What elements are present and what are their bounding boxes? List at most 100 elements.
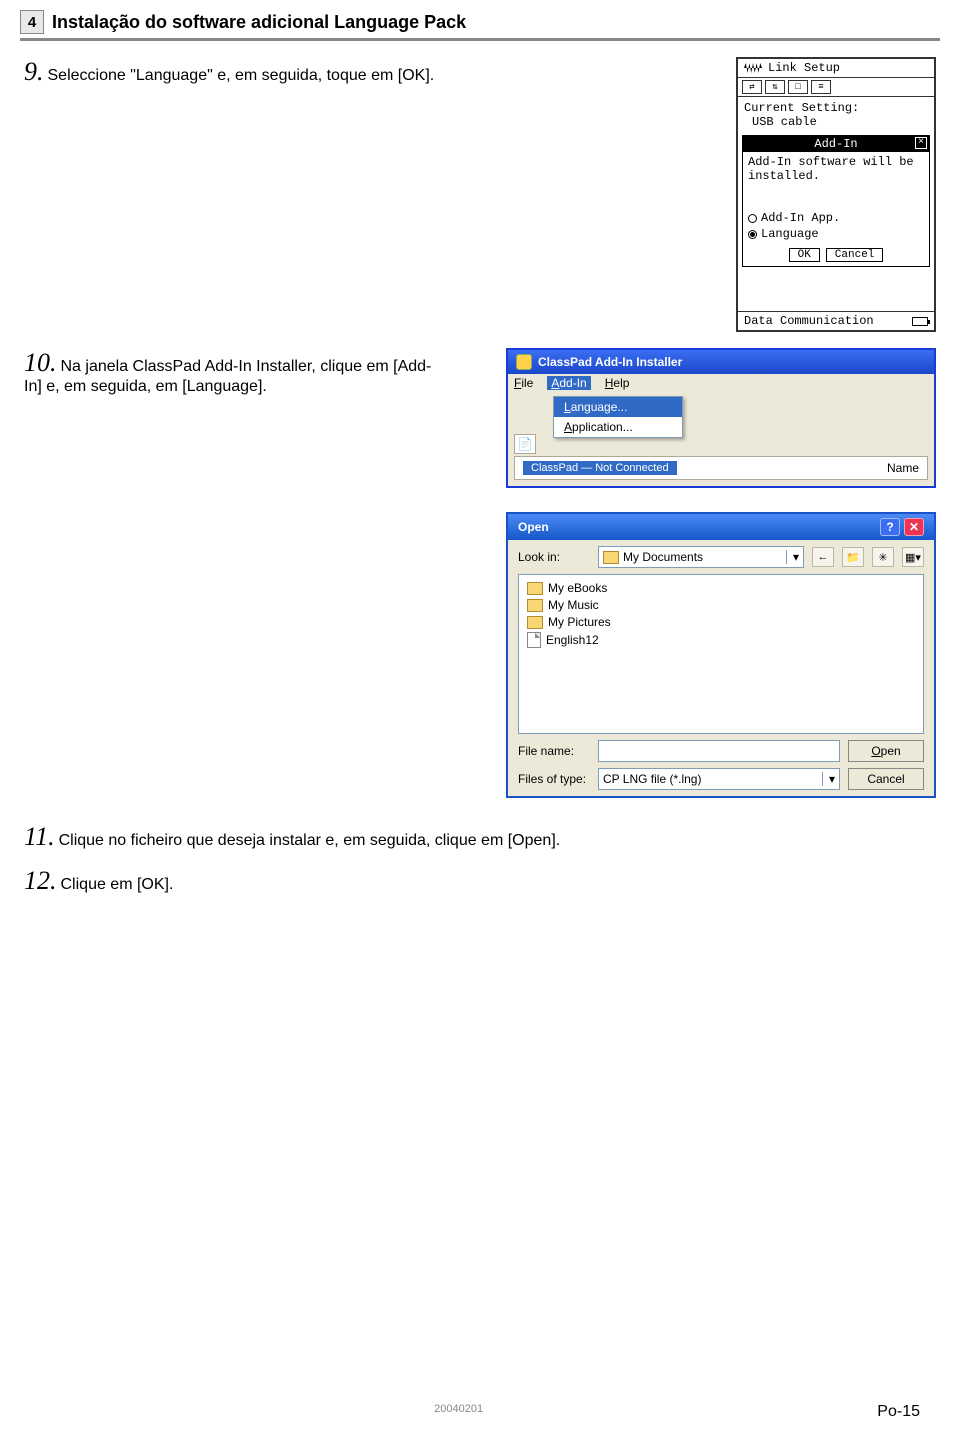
radio-addin-app-label: Add-In App. <box>761 211 840 225</box>
device-current-value: USB cable <box>744 115 928 129</box>
device-dialog: Add-In × Add-In software will be install… <box>742 135 930 267</box>
section-number-box: 4 <box>20 10 44 34</box>
device-mockup: Link Setup ⇄ ⇅ □ ≡ Current Setting: USB … <box>736 57 936 332</box>
installer-client-area: ClassPad — Not Connected Name <box>514 456 928 480</box>
step-10-text-block: 10. Na janela ClassPad Add-In Installer,… <box>24 348 444 798</box>
file-icon <box>527 632 541 648</box>
device-cancel-button[interactable]: Cancel <box>826 248 884 262</box>
device-tb-btn-2[interactable]: ⇅ <box>765 80 785 94</box>
device-toolbar: ⇄ ⇅ □ ≡ <box>738 78 934 97</box>
toolbar-new-icon[interactable]: 📄 <box>514 434 536 454</box>
column-name: Name <box>887 461 919 475</box>
menu-file[interactable]: File <box>514 376 533 390</box>
lookin-row: Look in: My Documents ▾ ← 📁 ✳ ▦▾ <box>508 540 934 574</box>
lookin-value: My Documents <box>623 550 703 564</box>
lookin-combo[interactable]: My Documents ▾ <box>598 546 804 568</box>
battery-icon <box>912 317 928 326</box>
step-12-block: 12. Clique em [OK]. <box>24 866 936 896</box>
list-item[interactable]: My eBooks <box>527 581 915 595</box>
radio-language-row[interactable]: Language <box>748 227 924 241</box>
item-label: My Pictures <box>548 615 611 629</box>
file-list[interactable]: My eBooks My Music My Pictures English12 <box>518 574 924 734</box>
filename-row: File name: Open <box>508 734 934 768</box>
device-dialog-buttons: OK Cancel <box>743 244 929 266</box>
folder-icon <box>603 551 619 564</box>
content: 9. Seleccione "Language" e, em seguida, … <box>0 41 960 912</box>
installer-title: ClassPad Add-In Installer <box>538 355 682 369</box>
filetype-combo[interactable]: CP LNG file (*.lng) ▾ <box>598 768 840 790</box>
item-label: English12 <box>546 633 599 647</box>
device-titlebar: Link Setup <box>738 59 934 78</box>
device-tb-btn-4[interactable]: ≡ <box>811 80 831 94</box>
filename-input[interactable] <box>598 740 840 762</box>
device-dialog-close-icon[interactable]: × <box>915 137 927 149</box>
nav-views-icon[interactable]: ▦▾ <box>902 547 924 567</box>
filename-label: File name: <box>518 744 590 758</box>
step-10-row: 10. Na janela ClassPad Add-In Installer,… <box>24 348 936 798</box>
device-current-label: Current Setting: <box>744 101 928 115</box>
chevron-down-icon: ▾ <box>786 550 799 564</box>
status-badge: ClassPad — Not Connected <box>523 461 677 475</box>
step-11-block: 11. Clique no ficheiro que deseja instal… <box>24 822 936 852</box>
open-button[interactable]: Open <box>848 740 924 762</box>
step-11-text: Clique no ficheiro que deseja instalar e… <box>59 832 561 849</box>
installer-window: ClassPad Add-In Installer File Add-In He… <box>506 348 936 488</box>
dropdown-application[interactable]: Application... <box>554 417 682 437</box>
device-dialog-body: Add-In software will be installed. Add-I… <box>743 152 929 244</box>
app-icon <box>516 354 532 370</box>
step-10-number: 10. <box>24 348 57 377</box>
section-title: Instalação do software adicional Languag… <box>52 12 466 33</box>
device-tb-btn-3[interactable]: □ <box>788 80 808 94</box>
filetype-value: CP LNG file (*.lng) <box>603 772 701 786</box>
radio-checked-icon <box>748 230 757 239</box>
step-9-figure-col: Link Setup ⇄ ⇅ □ ≡ Current Setting: USB … <box>454 57 936 332</box>
page-header: 4 Instalação do software adicional Langu… <box>0 0 960 36</box>
radio-addin-app-row[interactable]: Add-In App. <box>748 211 924 225</box>
device-tb-btn-1[interactable]: ⇄ <box>742 80 762 94</box>
list-item[interactable]: My Pictures <box>527 615 915 629</box>
device-dialog-message: Add-In software will be installed. <box>748 155 924 183</box>
nav-new-folder-icon[interactable]: ✳ <box>872 547 894 567</box>
footer-date: 20040201 <box>434 1403 483 1421</box>
device-dialog-title: Add-In <box>814 137 857 151</box>
step-10-figure-col: ClassPad Add-In Installer File Add-In He… <box>454 348 936 798</box>
step-9-text: Seleccione "Language" e, em seguida, toq… <box>48 67 435 84</box>
addin-dropdown: Language... Application... <box>553 396 683 438</box>
dialog-close-button[interactable]: ✕ <box>904 518 924 536</box>
device-ok-button[interactable]: OK <box>789 248 820 262</box>
open-dialog-titlebar: Open ? ✕ <box>508 514 934 540</box>
menu-addin[interactable]: Add-In <box>547 376 590 390</box>
radio-language-label: Language <box>761 227 819 241</box>
list-item[interactable]: My Music <box>527 598 915 612</box>
device-footer-text: Data Communication <box>744 314 874 328</box>
folder-icon <box>527 599 543 612</box>
step-9-text-block: 9. Seleccione "Language" e, em seguida, … <box>24 57 444 332</box>
device-body: Current Setting: USB cable <box>738 97 934 131</box>
step-12-number: 12. <box>24 866 57 895</box>
filetype-label: Files of type: <box>518 772 590 786</box>
filetype-row: Files of type: CP LNG file (*.lng) ▾ Can… <box>508 768 934 796</box>
device-footer: Data Communication <box>738 311 934 330</box>
list-item[interactable]: English12 <box>527 632 915 648</box>
installer-titlebar: ClassPad Add-In Installer <box>508 350 934 374</box>
dialog-help-button[interactable]: ? <box>880 518 900 536</box>
step-11-number: 11. <box>24 822 55 851</box>
folder-icon <box>527 582 543 595</box>
nav-back-icon[interactable]: ← <box>812 547 834 567</box>
menu-help[interactable]: Help <box>605 376 630 390</box>
cancel-button[interactable]: Cancel <box>848 768 924 790</box>
device-dialog-titlebar: Add-In × <box>743 136 929 152</box>
item-label: My eBooks <box>548 581 607 595</box>
folder-icon <box>527 616 543 629</box>
section-number: 4 <box>28 14 36 31</box>
open-dialog: Open ? ✕ Look in: My Documents ▾ ← 📁 <box>506 512 936 798</box>
step-10-text: Na janela ClassPad Add-In Installer, cli… <box>24 358 431 395</box>
step-9-row: 9. Seleccione "Language" e, em seguida, … <box>24 57 936 332</box>
open-dialog-title: Open <box>518 520 549 534</box>
page-footer: 20040201 Po-15 <box>0 1403 960 1421</box>
dropdown-language[interactable]: Language... <box>554 397 682 417</box>
nav-up-icon[interactable]: 📁 <box>842 547 864 567</box>
radio-unchecked-icon <box>748 214 757 223</box>
item-label: My Music <box>548 598 599 612</box>
installer-menu-bar: File Add-In Help <box>508 374 934 392</box>
